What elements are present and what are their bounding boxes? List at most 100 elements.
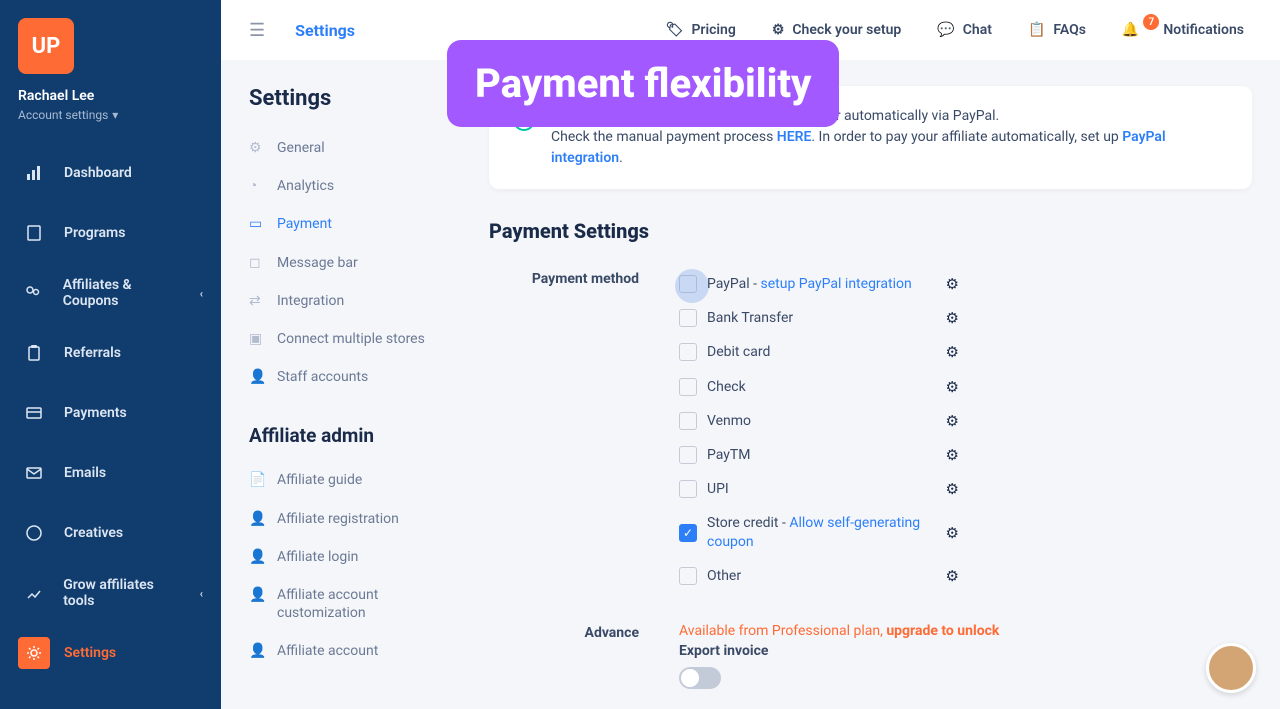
faq-icon: 📋 xyxy=(1028,22,1045,38)
advance-row: Advance Available from Professional plan… xyxy=(489,623,1252,689)
smile-icon xyxy=(18,517,50,549)
payment-method-paytm: PayTM ⚙ xyxy=(679,438,959,472)
affiliate-admin-heading: Affiliate admin xyxy=(249,424,449,447)
payment-methods-list: PayPal - setup PayPal integration⚙Bank T… xyxy=(679,267,959,593)
method-label: Debit card xyxy=(707,343,770,361)
sidebar-item-payments[interactable]: Payments xyxy=(0,383,221,443)
method-gear-icon[interactable]: ⚙ xyxy=(946,480,959,498)
affiliate-item-login[interactable]: 👤Affiliate login xyxy=(249,538,449,576)
settings-item-connect[interactable]: ▣Connect multiple stores xyxy=(249,320,449,358)
settings-item-analytics[interactable]: ◔Analytics xyxy=(249,167,449,205)
credit-card-icon xyxy=(18,397,50,429)
method-checkbox[interactable] xyxy=(679,309,697,327)
sidebar-item-affiliates[interactable]: Affiliates & Coupons ‹ xyxy=(0,263,221,323)
logo: UP xyxy=(18,18,74,74)
content: Settings ⚙General ◔Analytics ▭Payment ◻M… xyxy=(221,60,1280,689)
payment-method-bank-transfer: Bank Transfer⚙ xyxy=(679,301,959,335)
sidebar-item-programs[interactable]: Programs xyxy=(0,203,221,263)
sidebar-item-settings[interactable]: Settings xyxy=(0,623,221,683)
method-label: Venmo xyxy=(707,412,751,430)
method-label: UPI xyxy=(707,480,729,498)
growth-icon xyxy=(18,577,49,609)
method-gear-icon[interactable]: ⚙ xyxy=(946,567,959,585)
method-setup-link[interactable]: setup PayPal integration xyxy=(761,276,912,292)
payment-method-debit-card: Debit card ⚙ xyxy=(679,335,959,369)
method-checkbox[interactable] xyxy=(679,567,697,585)
payment-method-upi: UPI ⚙ xyxy=(679,472,959,506)
guide-icon: 📄 xyxy=(249,471,267,489)
affiliate-item-guide[interactable]: 📄Affiliate guide xyxy=(249,461,449,499)
affiliate-item-account[interactable]: 👤Affiliate account xyxy=(249,632,449,670)
user-block: Rachael Lee Account settings ▾ xyxy=(0,88,221,143)
export-invoice-label: Export invoice xyxy=(679,643,999,659)
method-checkbox[interactable] xyxy=(679,480,697,498)
advance-available-text: Available from Professional plan, xyxy=(679,623,886,639)
account-settings-link[interactable]: Account settings ▾ xyxy=(18,108,118,122)
menu-toggle-icon[interactable]: ☰ xyxy=(249,20,265,41)
account-icon: 👤 xyxy=(249,642,267,660)
method-label: Other xyxy=(707,567,741,585)
settings-item-staff[interactable]: 👤Staff accounts xyxy=(249,358,449,396)
method-gear-icon[interactable]: ⚙ xyxy=(946,309,959,327)
sidebar-item-creatives[interactable]: Creatives xyxy=(0,503,221,563)
mail-icon xyxy=(18,457,50,489)
topbar-notifications[interactable]: 🔔 7 Notifications xyxy=(1114,16,1252,44)
analytics-icon: ◔ xyxy=(249,177,267,195)
method-checkbox[interactable]: ✓ xyxy=(679,524,697,542)
method-gear-icon[interactable]: ⚙ xyxy=(946,275,959,293)
sidebar-item-dashboard[interactable]: Dashboard xyxy=(0,143,221,203)
sidebar-item-referrals[interactable]: Referrals xyxy=(0,323,221,383)
upgrade-link[interactable]: upgrade to unlock xyxy=(886,623,999,639)
settings-item-general[interactable]: ⚙General xyxy=(249,129,449,167)
method-gear-icon[interactable]: ⚙ xyxy=(946,446,959,464)
method-checkbox[interactable] xyxy=(679,446,697,464)
payment-method-row: Payment method PayPal - setup PayPal int… xyxy=(489,267,1252,593)
settings-heading: Settings xyxy=(249,86,449,111)
topbar-chat[interactable]: 💬 Chat xyxy=(929,16,1000,44)
payment-method-store-credit: ✓ Store credit - Allow self-generating co… xyxy=(679,506,959,558)
settings-item-messagebar[interactable]: ◻Message bar xyxy=(249,244,449,282)
method-gear-icon[interactable]: ⚙ xyxy=(946,412,959,430)
support-avatar[interactable] xyxy=(1206,643,1256,693)
method-label: Check xyxy=(707,378,746,396)
check-setup-icon: ⚙ xyxy=(772,22,785,38)
affiliate-item-customization[interactable]: 👤Affiliate account customization xyxy=(249,576,449,632)
method-gear-icon[interactable]: ⚙ xyxy=(946,378,959,396)
method-label: PayPal - setup PayPal integration xyxy=(707,275,912,293)
payment-method-label: Payment method xyxy=(489,267,639,287)
store-icon: ▣ xyxy=(249,330,267,348)
bar-chart-icon xyxy=(18,157,50,189)
method-label: PayTM xyxy=(707,446,750,464)
payment-settings-title: Payment Settings xyxy=(489,219,1252,243)
settings-panel: i The payment process can be done manual… xyxy=(489,86,1252,689)
method-label: Store credit - Allow self-generating cou… xyxy=(707,514,936,550)
settings-list: ⚙General ◔Analytics ▭Payment ◻Message ba… xyxy=(249,129,449,396)
method-checkbox[interactable] xyxy=(679,343,697,361)
sidebar: UP Rachael Lee Account settings ▾ Dashbo… xyxy=(0,0,221,709)
login-icon: 👤 xyxy=(249,548,267,566)
chevron-left-icon: ‹ xyxy=(200,587,203,600)
customization-icon: 👤 xyxy=(249,586,267,604)
staff-icon: 👤 xyxy=(249,368,267,386)
method-gear-icon[interactable]: ⚙ xyxy=(946,343,959,361)
sidebar-item-grow[interactable]: Grow affiliates tools ‹ xyxy=(0,563,221,623)
integration-icon: ⇄ xyxy=(249,292,267,310)
sidebar-item-emails[interactable]: Emails xyxy=(0,443,221,503)
method-checkbox[interactable] xyxy=(679,378,697,396)
caret-down-icon: ▾ xyxy=(112,108,118,122)
affiliate-list: 📄Affiliate guide 👤Affiliate registration… xyxy=(249,461,449,670)
users-icon xyxy=(18,277,49,309)
document-icon xyxy=(18,217,50,249)
payment-method-venmo: Venmo ⚙ xyxy=(679,404,959,438)
affiliate-item-registration[interactable]: 👤Affiliate registration xyxy=(249,500,449,538)
settings-item-integration[interactable]: ⇄Integration xyxy=(249,282,449,320)
clipboard-icon xyxy=(18,337,50,369)
here-link[interactable]: HERE xyxy=(777,129,812,145)
export-invoice-toggle[interactable] xyxy=(679,667,721,689)
user-name: Rachael Lee xyxy=(18,88,203,104)
payment-method-other: Other ⚙ xyxy=(679,559,959,593)
topbar-faqs[interactable]: 📋 FAQs xyxy=(1020,16,1094,44)
method-checkbox[interactable] xyxy=(679,412,697,430)
settings-item-payment[interactable]: ▭Payment xyxy=(249,205,449,243)
method-gear-icon[interactable]: ⚙ xyxy=(946,524,959,542)
